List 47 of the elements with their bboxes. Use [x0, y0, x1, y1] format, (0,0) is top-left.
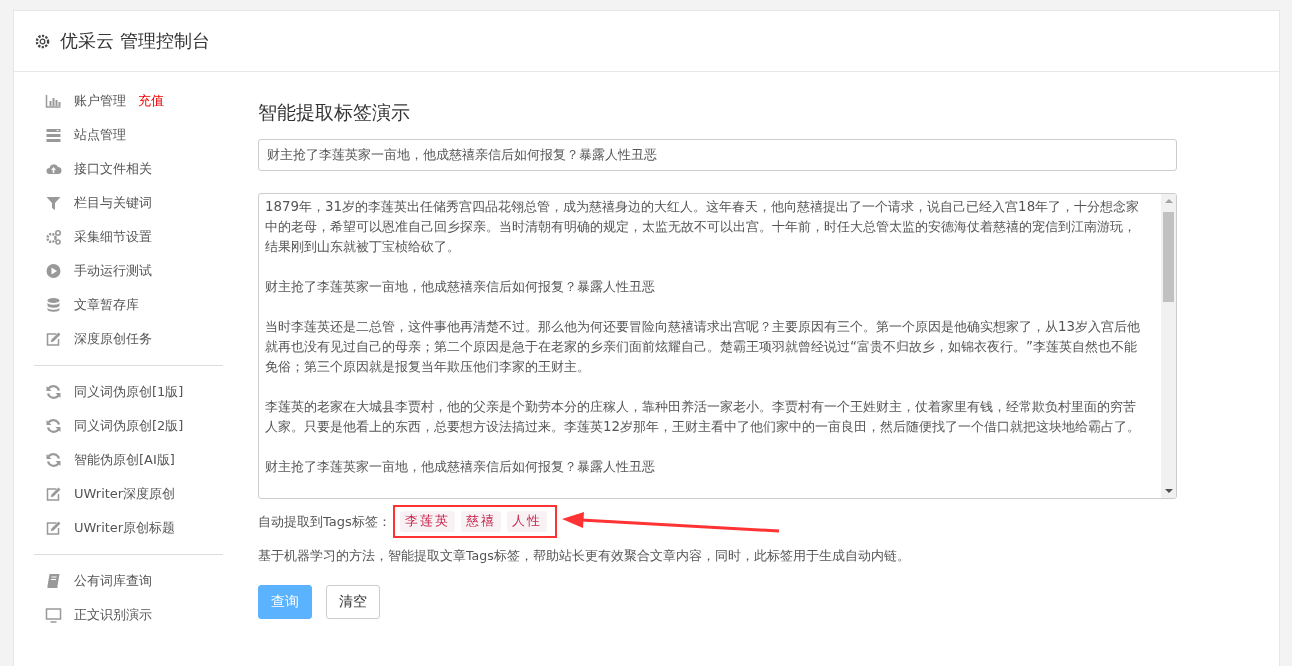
content-field[interactable] [258, 193, 1177, 499]
sidebar-item[interactable]: 深度原创任务 [34, 322, 223, 356]
sidebar-item[interactable]: 采集细节设置 [34, 220, 223, 254]
monitor-icon [45, 607, 62, 623]
edit-icon [45, 520, 62, 536]
tag: 慈禧 [460, 511, 501, 532]
server-icon [45, 127, 62, 143]
sidebar-item[interactable]: 同义词伪原创[1版] [34, 375, 223, 409]
edit-icon [45, 486, 62, 502]
sidebar-item[interactable]: 文章暂存库 [34, 288, 223, 322]
paragraph-text: 财主抢了李莲英家一亩地，他成慈禧亲信后如何报复？暴露人性丑恶 [265, 458, 656, 476]
filter-icon [45, 195, 62, 211]
paragraph-text: 李莲英的老家在大城县李贾村，他的父亲是个勤劳本分的庄稼人，靠种田养活一家老小。李贾村有一个王姓财主，仗着家里有钱，经常欺负村里面的穷苦人家。只要是他看上的东西，总要想方设法搞过来。李莲英12岁那年，王财主看中了他们家中的一亩良田，然后随便找了一个借口就把这块地给霸占了。 [265, 398, 1142, 436]
sidebar-item[interactable]: 站点管理 [34, 118, 223, 152]
sidebar-item[interactable]: 栏目与关键词 [34, 186, 223, 220]
sidebar-item[interactable]: 账户管理 充值 [34, 84, 223, 118]
paragraph-text: 财主抢了李莲英家一亩地，他成慈禧亲信后如何报复？暴露人性丑恶 [265, 278, 656, 296]
refresh-icon [45, 384, 62, 400]
scrollbar[interactable] [1161, 194, 1176, 498]
clear-button[interactable]: 清空 [326, 585, 380, 619]
cloud-upload-icon [45, 161, 62, 177]
sidebar-item[interactable]: 接口文件相关 [34, 152, 223, 186]
refresh-icon [45, 452, 62, 468]
app-title: 优采云 管理控制台 [60, 29, 210, 53]
sidebar-item[interactable]: UWriter深度原创 [34, 477, 223, 511]
tags-label: 自动提取到Tags标签： [258, 512, 391, 531]
sidebar-item[interactable]: UWriter原创标题 [34, 511, 223, 545]
description-text: 基于机器学习的方法，智能提取文章Tags标签，帮助站长更有效聚合文章内容，同时，此标签用于生成自动内链。 [258, 548, 911, 565]
gears-icon [45, 229, 62, 245]
paragraph-text: 当时李莲英还是二总管，这件事他再清楚不过。那么他为何还要冒险向慈禧请求出宫呢？主要原因有三个。第一个原因是他确实想家了，从13岁入宫后他就再也没有见过自己的母亲；第二个原因是急于在老家的乡亲们面前炫耀自己。楚霸王项羽就曾经说过“富贵不归故乡，如锦衣夜行。”李莲英自然也不能免俗；第三个原因就是报复当年欺压他们李家的王财主。 [265, 318, 1142, 376]
database-icon [45, 297, 62, 313]
play-icon [45, 263, 62, 279]
page-title: 智能提取标签演示 [258, 100, 411, 125]
title-field[interactable]: 财主抢了李莲英家一亩地，他成慈禧亲信后如何报复？暴露人性丑恶 [258, 139, 1177, 171]
book-icon [45, 573, 62, 589]
settings-icon [34, 32, 51, 50]
sidebar-item[interactable]: 同义词伪原创[2版] [34, 409, 223, 443]
sidebar-item[interactable]: 正文识别演示 [34, 598, 223, 632]
paragraph-text: 1879年，31岁的李莲英出任储秀宫四品花翎总管，成为慈禧身边的大红人。这年春天，他向慈禧提出了一个请求，说自己已经入宫18年了，十分想念家中的老母，希望可以恩准自己回乡探亲。当时清朝有明确的规定，太监无故不可以出宫。十年前，时任大总管太监的安德海仗着慈禧的宠信到江南游玩，结果刚到山东就被丁宝桢给砍了。 [265, 198, 1141, 256]
tag: 人性 [506, 511, 547, 532]
sidebar-item[interactable]: 公有词库查询 [34, 564, 223, 598]
edit-icon [45, 331, 62, 347]
sidebar-item[interactable]: 智能伪原创[AI版] [34, 443, 223, 477]
tag: 李莲英 [399, 511, 455, 532]
bar-chart-icon [45, 93, 62, 109]
refresh-icon [45, 418, 62, 434]
sidebar-item[interactable]: 手动运行测试 [34, 254, 223, 288]
